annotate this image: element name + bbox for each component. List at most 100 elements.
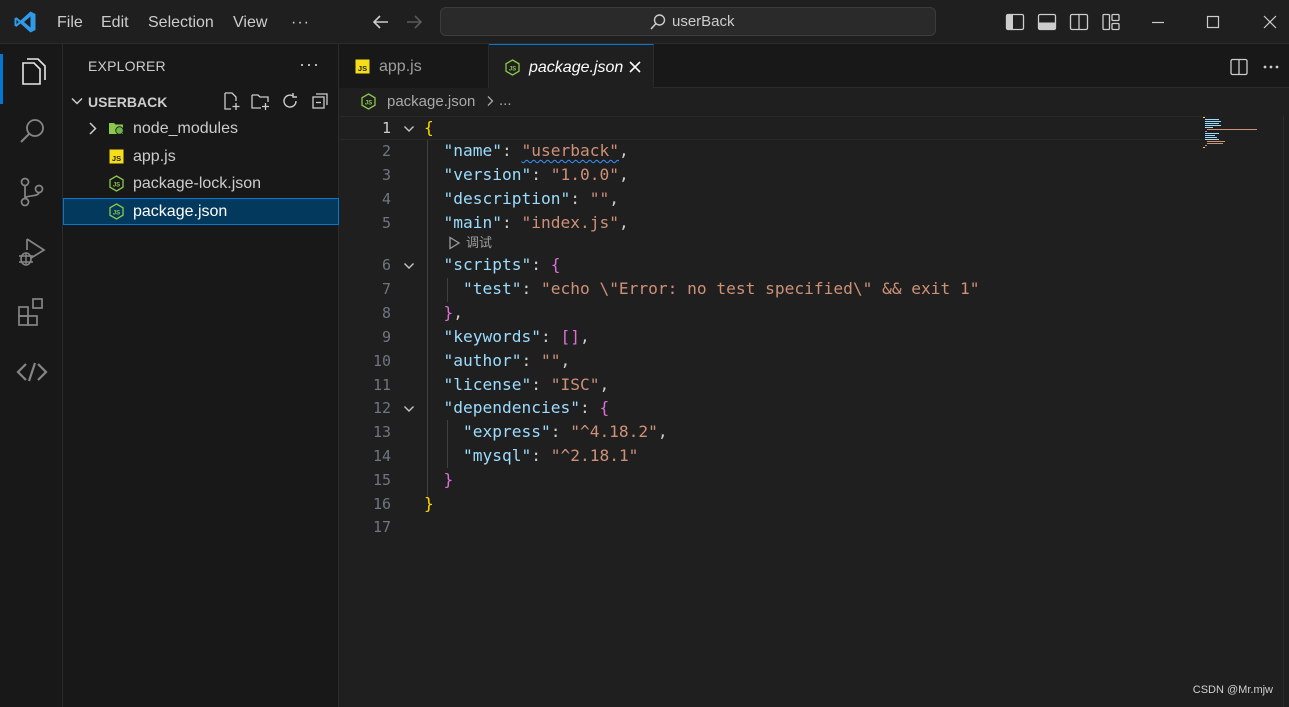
code-line[interactable]: 14 "mysql": "^2.18.1" xyxy=(339,445,1209,469)
tab-label: package.json xyxy=(529,59,624,76)
code-line[interactable]: 11 "license": "ISC", xyxy=(339,374,1209,398)
line-number: 7 xyxy=(381,280,391,298)
code-line[interactable]: 6 "scripts": { xyxy=(339,254,1209,278)
minimize-window-icon[interactable] xyxy=(1146,10,1170,34)
tree-item-app-js[interactable]: JS app.js xyxy=(63,143,339,170)
nodejs-file-icon: JS xyxy=(109,203,124,220)
customize-layout-icon[interactable] xyxy=(1101,12,1121,32)
menu-more-button[interactable]: ··· xyxy=(291,12,310,34)
line-number: 1 xyxy=(381,119,391,137)
activity-bar xyxy=(0,44,63,707)
tree-item-label: app.js xyxy=(133,148,176,165)
explorer-sidebar: EXPLORER ··· USERBACK node_modules JS ap… xyxy=(63,44,339,707)
workspace-title: USERBACK xyxy=(88,94,168,110)
svg-text:JS: JS xyxy=(112,154,121,163)
vertical-scrollbar[interactable] xyxy=(1283,116,1289,707)
code-line[interactable]: 2 "name": "userback", xyxy=(339,140,1209,164)
line-number: 2 xyxy=(381,142,391,160)
tree-item-label: package.json xyxy=(133,203,228,220)
line-number: 14 xyxy=(372,447,391,465)
collapse-all-icon[interactable] xyxy=(310,91,330,111)
code-line[interactable]: 5 "main": "index.js", xyxy=(339,212,1209,236)
js-file-icon: JS xyxy=(355,59,370,74)
fold-chevron-icon[interactable] xyxy=(402,259,416,273)
extensions-icon[interactable] xyxy=(14,294,50,330)
line-number: 8 xyxy=(381,304,391,322)
play-icon xyxy=(449,236,461,250)
menu-selection[interactable]: Selection xyxy=(148,12,214,34)
code-editor[interactable]: 1 { 2 "name": "userback", 3 "version": "… xyxy=(339,116,1289,707)
forward-arrow-icon[interactable] xyxy=(403,11,425,33)
maximize-window-icon[interactable] xyxy=(1201,10,1225,34)
explorer-title: EXPLORER xyxy=(88,58,166,74)
source-control-icon[interactable] xyxy=(14,174,50,210)
toggle-primary-sidebar-icon[interactable] xyxy=(1005,12,1025,32)
close-icon[interactable] xyxy=(626,58,644,76)
fold-chevron-icon[interactable] xyxy=(402,122,416,136)
tab-label: app.js xyxy=(379,58,422,75)
code-line[interactable]: 3 "version": "1.0.0", xyxy=(339,164,1209,188)
menu-file[interactable]: File xyxy=(57,12,83,34)
line-number: 5 xyxy=(381,214,391,232)
search-icon[interactable] xyxy=(14,114,50,150)
explorer-icon[interactable] xyxy=(14,54,50,90)
js-file-icon: JS xyxy=(109,149,124,164)
tree-item-label: node_modules xyxy=(133,120,238,137)
split-editor-icon[interactable] xyxy=(1229,57,1249,77)
svg-text:JS: JS xyxy=(358,64,367,73)
workspace-section-header[interactable]: USERBACK xyxy=(63,88,339,114)
back-arrow-icon[interactable] xyxy=(370,11,392,33)
tree-item-label: package-lock.json xyxy=(133,175,262,192)
tree-item-package-lock-json[interactable]: JS package-lock.json xyxy=(63,170,339,197)
toggle-panel-icon[interactable] xyxy=(1037,12,1057,32)
vscode-logo-icon[interactable] xyxy=(13,10,37,34)
minimap[interactable] xyxy=(1201,116,1283,176)
toggle-secondary-sidebar-icon[interactable] xyxy=(1069,12,1089,32)
run-and-debug-icon[interactable] xyxy=(14,234,50,270)
code-line[interactable]: 1 { xyxy=(339,116,1209,140)
nodejs-file-icon: JS xyxy=(505,59,520,76)
new-file-icon[interactable] xyxy=(221,91,241,111)
chevron-right-icon xyxy=(89,122,97,135)
line-number: 6 xyxy=(381,256,391,274)
tab-app-js[interactable]: JS app.js xyxy=(339,44,489,88)
code-line[interactable]: 8 }, xyxy=(339,302,1209,326)
line-number: 12 xyxy=(372,399,391,417)
more-actions-icon[interactable] xyxy=(1261,57,1281,77)
code-line[interactable]: 15 } xyxy=(339,469,1209,493)
code-line[interactable]: 7 "test": "echo \"Error: no test specifi… xyxy=(339,278,1209,302)
code-line[interactable]: 10 "author": "", xyxy=(339,350,1209,374)
code-line[interactable]: 13 "express": "^4.18.2", xyxy=(339,421,1209,445)
remote-explorer-icon[interactable] xyxy=(14,354,50,390)
code-line[interactable]: 17 xyxy=(339,516,1209,540)
svg-text:JS: JS xyxy=(113,183,120,189)
tab-package-json[interactable]: JS package.json xyxy=(489,44,654,88)
code-line[interactable]: 12 "dependencies": { xyxy=(339,397,1209,421)
command-center[interactable]: userBack xyxy=(440,7,936,36)
code-line[interactable]: 9 "keywords": [], xyxy=(339,326,1209,350)
search-icon xyxy=(650,14,666,30)
tree-item-package-json[interactable]: JS package.json xyxy=(63,198,339,225)
close-window-icon[interactable] xyxy=(1258,10,1282,34)
svg-text:JS: JS xyxy=(113,211,120,217)
breadcrumb-file[interactable]: package.json xyxy=(387,93,475,111)
explorer-more-button[interactable]: ··· xyxy=(299,54,320,75)
breadcrumb: JS package.json ... xyxy=(339,88,1289,116)
line-number: 13 xyxy=(372,423,391,441)
menu-view[interactable]: View xyxy=(233,12,267,34)
new-folder-icon[interactable] xyxy=(250,91,270,111)
refresh-icon[interactable] xyxy=(280,91,300,111)
code-line[interactable]: 4 "description": "", xyxy=(339,188,1209,212)
menu-edit[interactable]: Edit xyxy=(101,12,129,34)
fold-chevron-icon[interactable] xyxy=(402,402,416,416)
chevron-right-icon xyxy=(487,96,494,106)
svg-text:JS: JS xyxy=(365,101,372,107)
line-number: 9 xyxy=(381,328,391,346)
line-number: 15 xyxy=(372,471,391,489)
code-line[interactable]: 16 } xyxy=(339,493,1209,517)
breadcrumb-symbols[interactable]: ... xyxy=(499,92,512,109)
line-number: 16 xyxy=(372,495,391,513)
tree-item-node-modules[interactable]: node_modules xyxy=(63,115,339,142)
folder-node-icon xyxy=(109,123,124,135)
nodejs-file-icon: JS xyxy=(361,93,376,110)
